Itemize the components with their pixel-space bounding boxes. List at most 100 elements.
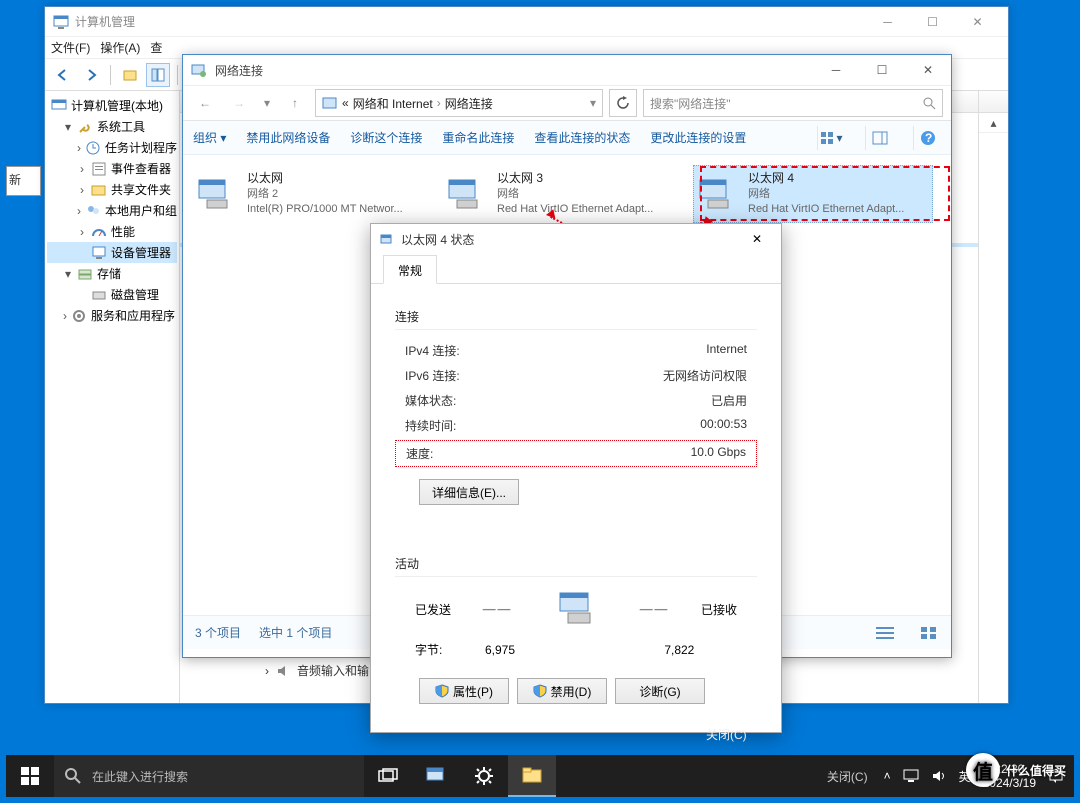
activity-header: 已发送 ── ── 已接收: [395, 585, 757, 633]
menu-view-trunc[interactable]: 查: [150, 39, 162, 56]
audio-icon: [275, 663, 291, 679]
details-button[interactable]: 详细信息(E)...: [419, 479, 519, 505]
nav-forward-button[interactable]: →: [225, 89, 253, 117]
properties-button[interactable]: 属性(P): [419, 678, 509, 704]
view-large-icons-button[interactable]: [919, 625, 939, 641]
mgmt-app-icon: [53, 14, 69, 30]
dialog-title-bar[interactable]: 以太网 4 状态 ✕: [371, 224, 781, 254]
help-button[interactable]: ?: [913, 126, 941, 150]
tree-label: 任务计划程序: [105, 139, 177, 156]
toolbar-back-button[interactable]: [51, 63, 75, 87]
tree-system-tools[interactable]: ▾系统工具: [47, 116, 177, 137]
diagnose-button[interactable]: 诊断(G): [615, 678, 705, 704]
net-maximize-button[interactable]: ☐: [859, 56, 905, 84]
tree-root[interactable]: 计算机管理(本地): [47, 95, 177, 116]
dialog-icon: [379, 231, 395, 247]
refresh-button[interactable]: [609, 89, 637, 117]
breadcrumb-item[interactable]: 网络和 Internet: [353, 95, 433, 112]
view-icons-button[interactable]: ▾: [817, 126, 845, 150]
cmd-diagnose[interactable]: 诊断这个连接: [350, 129, 422, 146]
mgmt-close-button[interactable]: ✕: [955, 8, 1000, 36]
mgmt-column-header: [979, 91, 1008, 113]
row-bytes: 字节: 6,975 7,822: [395, 633, 757, 666]
tree-task-scheduler[interactable]: ›任务计划程序: [47, 137, 177, 158]
mgmt-tree[interactable]: 计算机管理(本地) ▾系统工具 ›任务计划程序 ›事件查看器 ›共享文件夹 ›本…: [45, 91, 180, 703]
network-adapter-icon: [445, 172, 489, 216]
cmd-disable[interactable]: 禁用此网络设备: [246, 129, 330, 146]
start-button[interactable]: [6, 755, 54, 797]
close-label[interactable]: 关闭(C): [706, 728, 747, 742]
view-details-button[interactable]: [875, 625, 895, 641]
value: 无网络访问权限: [663, 367, 747, 384]
nav-up-button[interactable]: ↑: [281, 89, 309, 117]
net-close-button[interactable]: ✕: [905, 56, 951, 84]
toolbar-up-button[interactable]: [118, 63, 142, 87]
tree-label: 共享文件夹: [111, 181, 171, 198]
cmd-organize[interactable]: 组织 ▾: [193, 129, 226, 146]
tray-display-icon[interactable]: [903, 769, 919, 783]
dialog-close-button[interactable]: ✕: [741, 227, 773, 251]
task-view-button[interactable]: [364, 755, 412, 797]
net-title-bar[interactable]: 网络连接 ─ ☐ ✕: [183, 55, 951, 85]
tree-storage[interactable]: ▾存储: [47, 263, 177, 284]
chevron-right-icon: ›: [63, 309, 67, 323]
nav-back-button[interactable]: ←: [191, 89, 219, 117]
preview-pane-button[interactable]: [865, 126, 893, 150]
toolbar-separator: [110, 65, 111, 85]
tree-label: 音频输入和输: [297, 662, 369, 679]
connection-item-ethernet3[interactable]: 以太网 3 网络 Red Hat VirtIO Ethernet Adapt..…: [443, 165, 683, 223]
cmd-rename[interactable]: 重命名此连接: [442, 129, 514, 146]
disable-button[interactable]: 禁用(D): [517, 678, 607, 704]
breadcrumb-item[interactable]: 网络连接: [445, 95, 493, 112]
watermark-badge-icon: 值: [966, 753, 1000, 787]
mgmt-minimize-button[interactable]: ─: [865, 8, 910, 36]
breadcrumb[interactable]: « 网络和 Internet › 网络连接 ▾: [315, 89, 603, 117]
net-minimize-button[interactable]: ─: [813, 56, 859, 84]
tree-performance[interactable]: ›性能: [47, 221, 177, 242]
chevron-right-icon: ›: [77, 183, 87, 197]
connection-item-ethernet[interactable]: 以太网 网络 2 Intel(R) PRO/1000 MT Networ...: [193, 165, 433, 223]
search-input[interactable]: 搜索"网络连接": [643, 89, 943, 117]
tree-disk-management[interactable]: 磁盘管理: [47, 284, 177, 305]
menu-file[interactable]: 文件(F): [51, 39, 90, 56]
connection-item-ethernet4[interactable]: 以太网 4 网络 Red Hat VirtIO Ethernet Adapt..…: [693, 165, 933, 223]
toolbar-properties-button[interactable]: [146, 63, 170, 87]
mgmt-maximize-button[interactable]: ☐: [910, 8, 955, 36]
connection-name: 以太网 3: [497, 170, 653, 187]
toolbar-separator: [177, 65, 178, 85]
connection-group: IPv4 连接:Internet IPv6 连接:无网络访问权限 媒体状态:已启…: [395, 329, 757, 505]
tree-shared-folders[interactable]: › 共享文件夹: [47, 179, 177, 200]
taskbar-app-settings[interactable]: [460, 755, 508, 797]
tree-device-manager[interactable]: 设备管理器: [47, 242, 177, 263]
button-label: 属性(P): [453, 683, 493, 700]
taskbar: 在此键入进行搜索 关闭(C) ˄ 英 22:30 2024/3/19: [6, 755, 1074, 797]
actions-collapse-button[interactable]: ▴: [979, 113, 1008, 133]
toolbar-forward-button[interactable]: [79, 63, 103, 87]
tree-root-label: 计算机管理(本地): [71, 97, 163, 114]
tree-event-viewer[interactable]: ›事件查看器: [47, 158, 177, 179]
tab-general[interactable]: 常规: [383, 255, 437, 284]
connection-name: 以太网: [247, 170, 403, 187]
cmd-change-settings[interactable]: 更改此连接的设置: [650, 129, 746, 146]
mgmt-title-bar[interactable]: 计算机管理 ─ ☐ ✕: [45, 7, 1008, 37]
chevron-right-icon: ›: [437, 96, 441, 110]
tray-volume-icon[interactable]: [931, 769, 947, 783]
label: 持续时间:: [405, 417, 456, 434]
users-icon: [85, 203, 101, 219]
tree-local-users[interactable]: ›本地用户和组: [47, 200, 177, 221]
taskbar-search[interactable]: 在此键入进行搜索: [54, 755, 364, 797]
address-bar: ← → ▾ ↑ « 网络和 Internet › 网络连接 ▾ 搜索"网络连接": [183, 85, 951, 121]
dialog-title: 以太网 4 状态: [401, 231, 741, 248]
nav-history-button[interactable]: ▾: [259, 89, 275, 117]
taskbar-app-explorer[interactable]: [508, 755, 556, 797]
watermark-text: 什么值得买: [1006, 762, 1066, 779]
tray-chevron-icon[interactable]: ˄: [884, 769, 891, 783]
tree-services-apps[interactable]: ›服务和应用程序: [47, 305, 177, 326]
mgmt-trunc-row[interactable]: › 音频输入和输: [265, 662, 369, 679]
taskbar-app-vm[interactable]: [412, 755, 460, 797]
chevron-down-icon[interactable]: ▾: [590, 96, 596, 110]
tree-label: 存储: [97, 265, 121, 282]
menu-action[interactable]: 操作(A): [100, 39, 140, 56]
cmd-view-status[interactable]: 查看此连接的状态: [534, 129, 630, 146]
bytes-received-value: 7,822: [622, 643, 737, 657]
